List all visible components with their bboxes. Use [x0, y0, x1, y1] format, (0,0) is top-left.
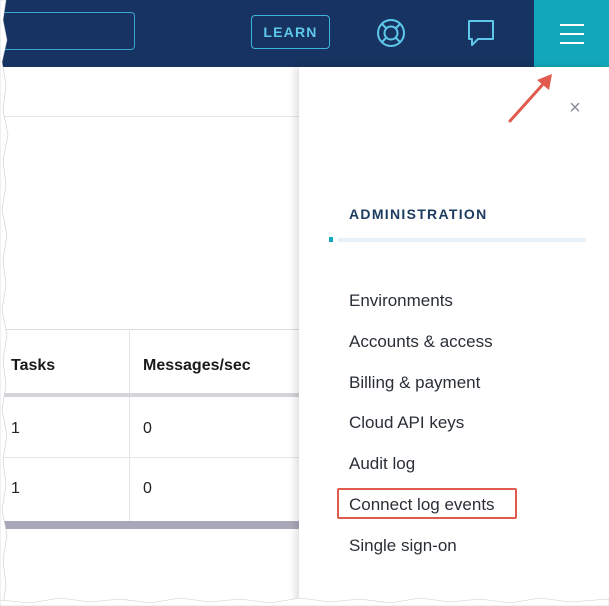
- column-divider: [129, 331, 130, 393]
- table-cell-tasks: 1: [11, 420, 20, 437]
- table-header-divider: [0, 393, 300, 397]
- chat-icon[interactable]: [466, 18, 496, 48]
- torn-edge-decoration: [0, 0, 9, 606]
- column-divider: [129, 397, 130, 521]
- table-cell-messages: 0: [143, 420, 152, 437]
- table-cell-messages: 0: [143, 480, 152, 497]
- learn-button[interactable]: LEARN: [251, 15, 330, 49]
- hamburger-menu-button[interactable]: [534, 0, 609, 67]
- column-header-tasks[interactable]: Tasks: [11, 357, 55, 375]
- search-input[interactable]: [0, 12, 135, 50]
- menu-item-cloud-api-keys[interactable]: Cloud API keys: [349, 413, 464, 433]
- menu-item-single-sign-on[interactable]: Single sign-on: [349, 536, 457, 556]
- column-header-messages-per-sec[interactable]: Messages/sec: [143, 357, 251, 375]
- support-lifebuoy-icon[interactable]: [375, 17, 407, 49]
- annotation-arrow-icon: [508, 74, 552, 123]
- torn-edge-decoration: [0, 597, 609, 606]
- section-title-administration: ADMINISTRATION: [349, 206, 488, 222]
- table-cell-tasks: 1: [11, 480, 20, 497]
- table-row-divider: [0, 457, 300, 458]
- table-top-border: [0, 329, 300, 330]
- menu-item-connect-log-events[interactable]: Connect log events: [349, 495, 495, 515]
- horizontal-scrollbar[interactable]: [0, 521, 300, 529]
- section-divider: [338, 238, 586, 242]
- menu-item-accounts-access[interactable]: Accounts & access: [349, 332, 493, 352]
- menu-item-environments[interactable]: Environments: [349, 291, 453, 311]
- divider: [0, 116, 300, 117]
- close-icon[interactable]: ×: [567, 98, 583, 118]
- menu-item-billing-payment[interactable]: Billing & payment: [349, 373, 480, 393]
- menu-item-audit-log[interactable]: Audit log: [349, 454, 415, 474]
- hamburger-menu-icon: [559, 23, 584, 44]
- top-navigation-bar: LEARN: [0, 0, 609, 67]
- section-accent: [329, 237, 333, 242]
